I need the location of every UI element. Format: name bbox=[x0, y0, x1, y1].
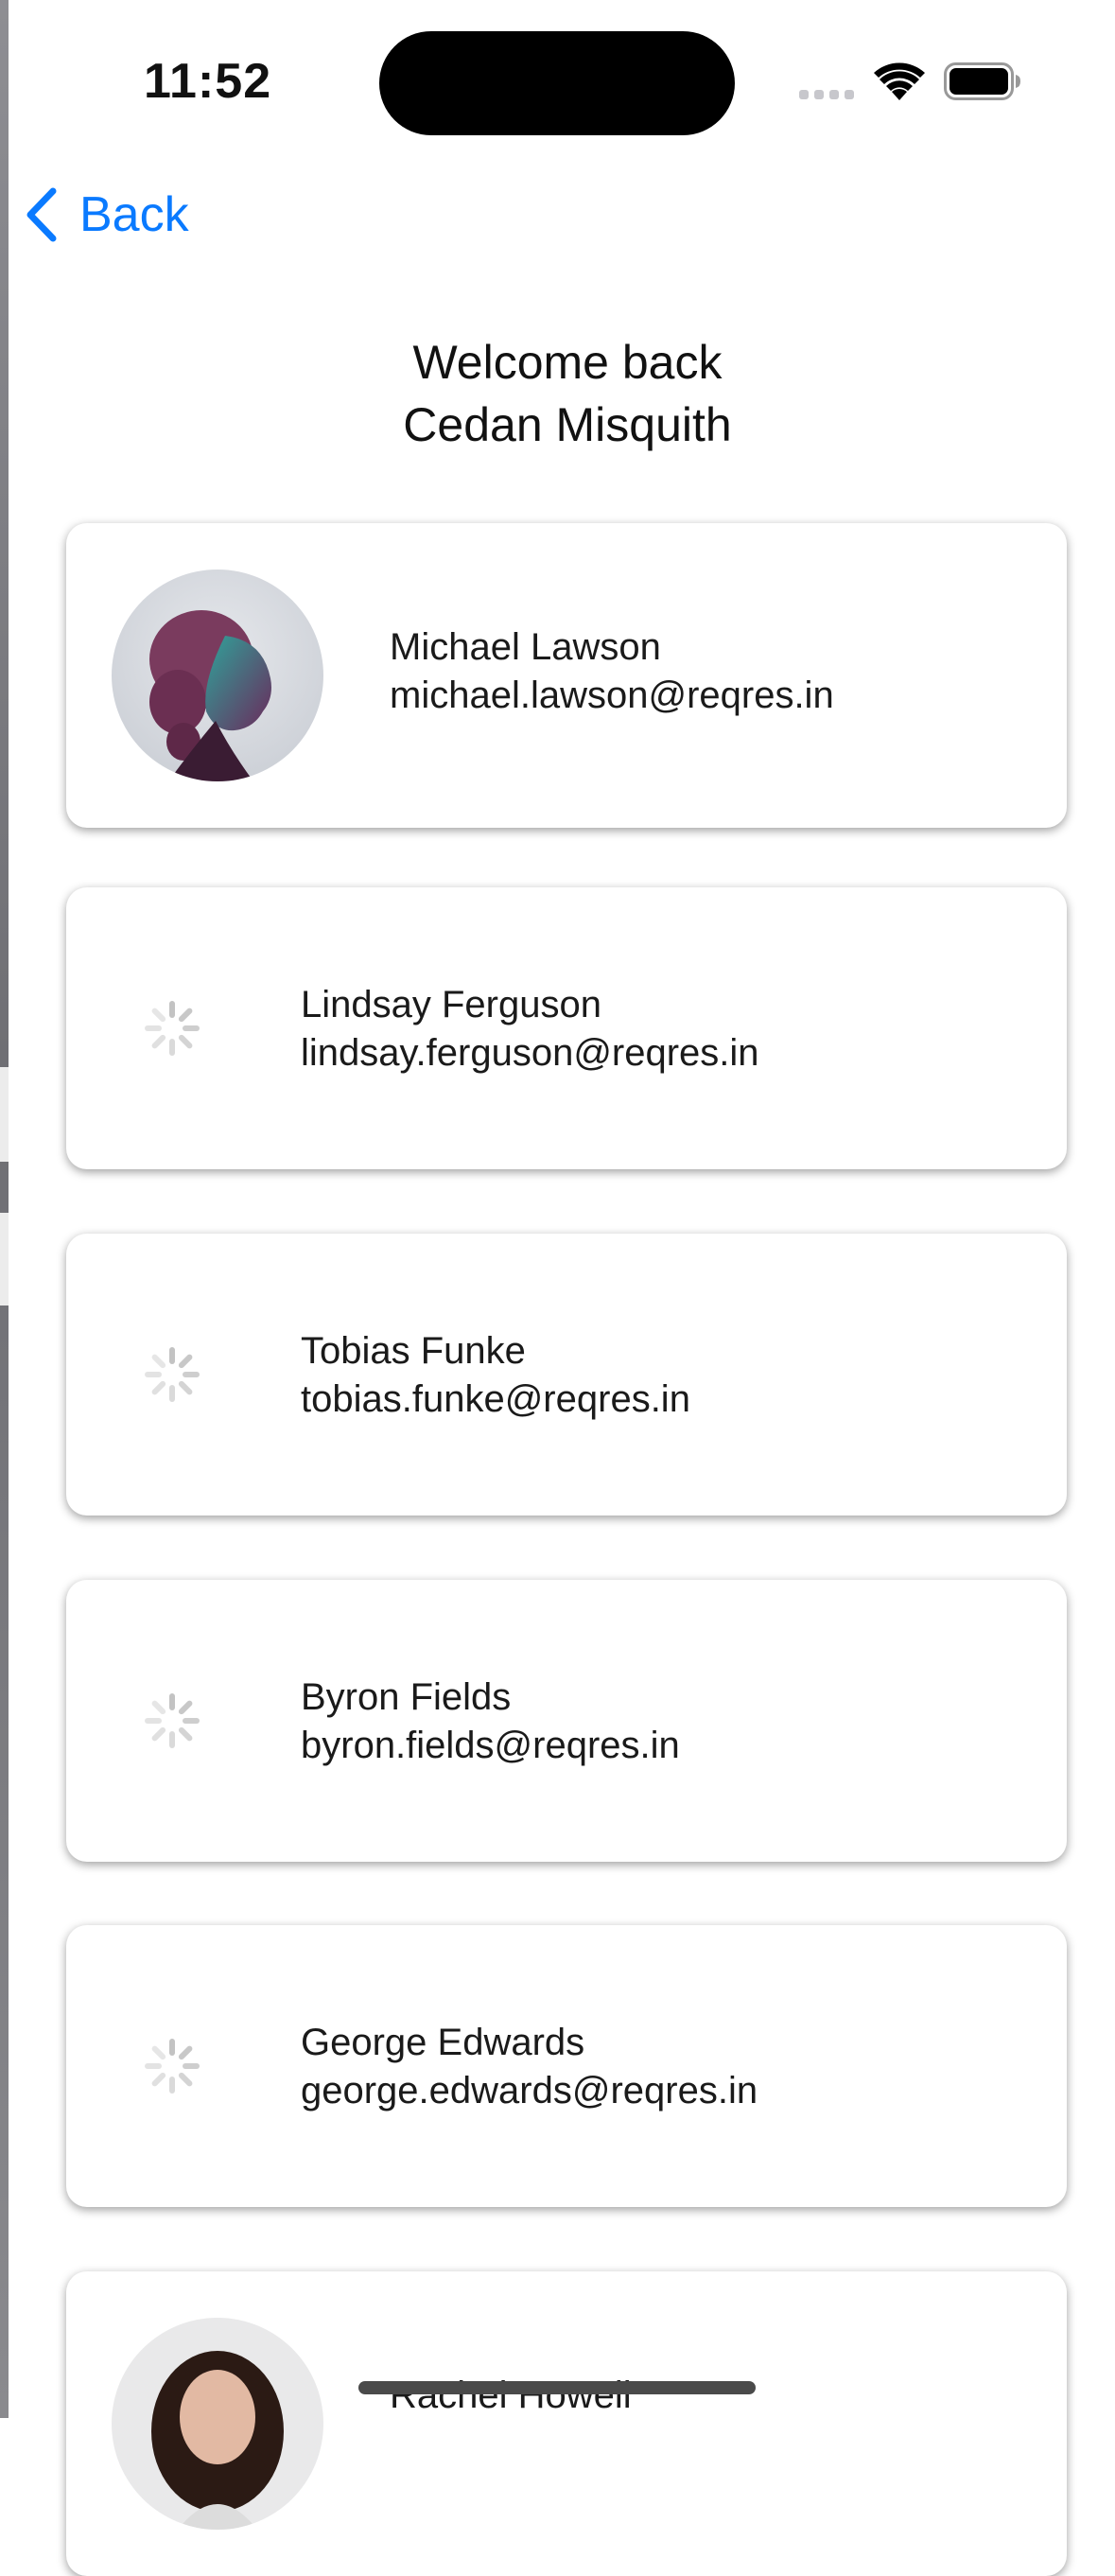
chevron-left-icon bbox=[26, 187, 57, 242]
welcome-title: Welcome back bbox=[412, 336, 723, 389]
avatar bbox=[112, 570, 323, 781]
user-name: Byron Fields bbox=[301, 1676, 512, 1718]
user-info: Byron Fields byron.fields@reqres.in bbox=[301, 1674, 680, 1770]
user-card[interactable]: Tobias Funke tobias.funke@reqres.in bbox=[66, 1234, 1067, 1516]
user-card[interactable]: Byron Fields byron.fields@reqres.in bbox=[66, 1580, 1067, 1862]
signal-icon bbox=[799, 90, 856, 101]
status-time: 11:52 bbox=[144, 54, 272, 109]
user-info: Rachel Howell bbox=[390, 2372, 632, 2420]
welcome-header: Welcome back Cedan Misquith bbox=[0, 331, 1115, 456]
user-card[interactable]: George Edwards george.edwards@reqres.in bbox=[66, 1925, 1067, 2207]
user-name: Michael Lawson bbox=[390, 626, 661, 668]
user-info: George Edwards george.edwards@reqres.in bbox=[301, 2019, 758, 2115]
back-label: Back bbox=[79, 187, 189, 242]
user-name: Rachel Howell bbox=[390, 2374, 632, 2416]
user-email: tobias.funke@reqres.in bbox=[301, 1378, 690, 1420]
user-card[interactable]: Rachel Howell bbox=[66, 2271, 1067, 2576]
battery-icon bbox=[944, 62, 1021, 100]
user-card[interactable]: Lindsay Ferguson lindsay.ferguson@reqres… bbox=[66, 887, 1067, 1169]
user-full-name: Cedan Misquith bbox=[403, 398, 732, 451]
user-email: michael.lawson@reqres.in bbox=[390, 675, 834, 716]
user-info: Lindsay Ferguson lindsay.ferguson@reqres… bbox=[301, 981, 759, 1078]
avatar bbox=[112, 2318, 323, 2530]
window-edge-segment bbox=[0, 1067, 9, 1162]
user-info: Tobias Funke tobias.funke@reqres.in bbox=[301, 1327, 690, 1424]
user-name: Tobias Funke bbox=[301, 1330, 526, 1372]
dynamic-island bbox=[379, 31, 735, 135]
user-email: byron.fields@reqres.in bbox=[301, 1725, 680, 1766]
wifi-icon bbox=[874, 62, 925, 102]
spinner-icon bbox=[145, 2039, 200, 2094]
window-edge-segment bbox=[0, 1213, 9, 1306]
user-card[interactable]: Michael Lawson michael.lawson@reqres.in bbox=[66, 523, 1067, 828]
user-email: george.edwards@reqres.in bbox=[301, 2070, 758, 2112]
home-indicator bbox=[358, 2381, 756, 2394]
spinner-icon bbox=[145, 1693, 200, 1748]
spinner-icon bbox=[145, 1001, 200, 1056]
spinner-icon bbox=[145, 1347, 200, 1402]
back-button[interactable]: Back bbox=[23, 185, 189, 244]
user-name: George Edwards bbox=[301, 2022, 585, 2063]
user-email: lindsay.ferguson@reqres.in bbox=[301, 1032, 759, 1074]
user-name: Lindsay Ferguson bbox=[301, 984, 601, 1025]
user-info: Michael Lawson michael.lawson@reqres.in bbox=[390, 623, 834, 720]
